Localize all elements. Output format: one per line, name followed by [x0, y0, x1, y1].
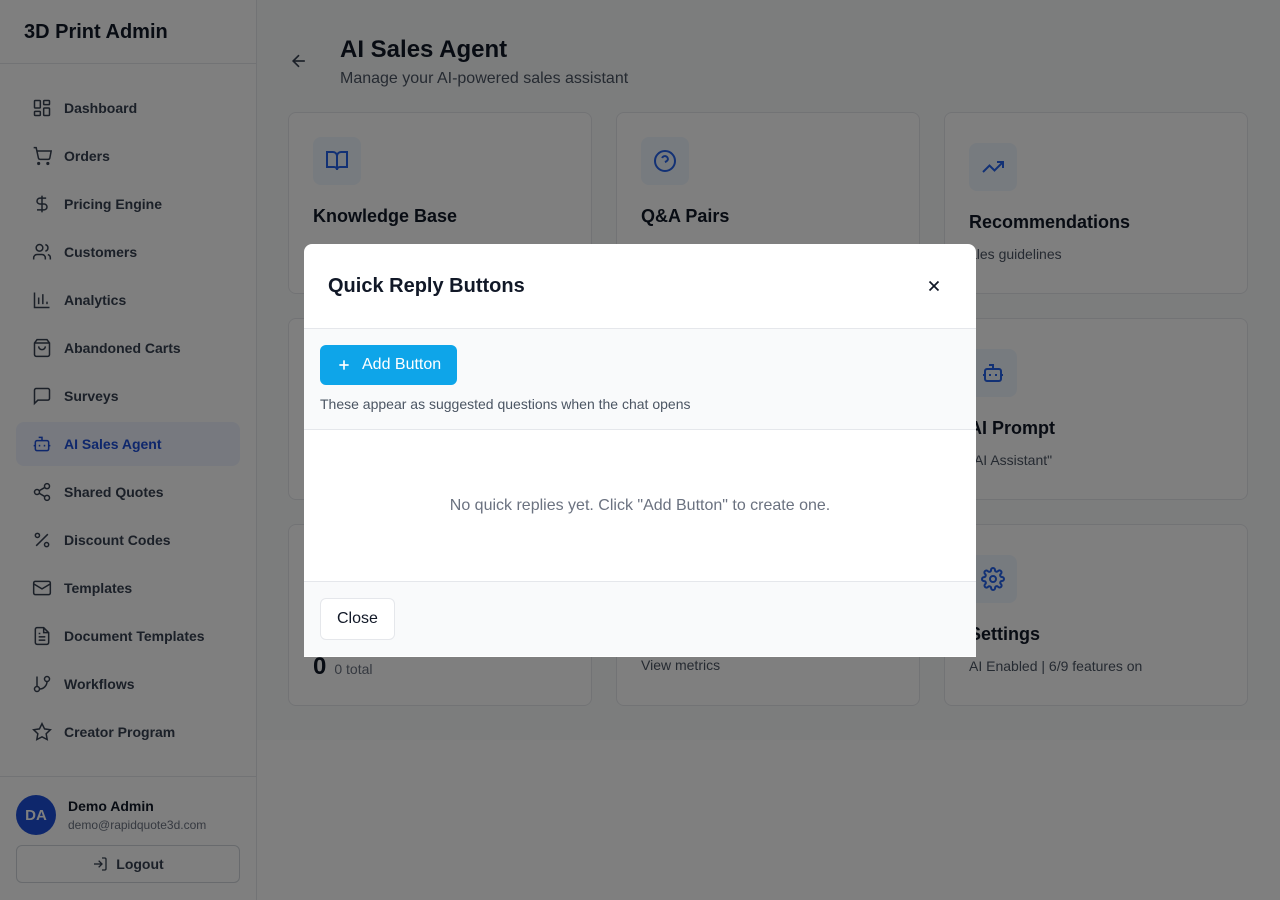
empty-state-text: No quick replies yet. Click "Add Button"… — [449, 496, 831, 514]
toolbar-hint: These appear as suggested questions when… — [320, 396, 691, 412]
quick-reply-modal: Quick Reply Buttons Add Button These app… — [304, 244, 976, 657]
modal-body: No quick replies yet. Click "Add Button"… — [304, 430, 976, 582]
close-button[interactable]: Close — [320, 598, 395, 640]
plus-icon — [339, 360, 349, 370]
modal-header: Quick Reply Buttons — [304, 244, 976, 329]
add-button-label: Add Button — [362, 356, 442, 373]
modal-footer: Close — [304, 582, 976, 656]
modal-title: Quick Reply Buttons — [328, 275, 525, 297]
modal-close-button[interactable] — [922, 274, 946, 298]
modal-toolbar: Add Button These appear as suggested que… — [304, 329, 976, 430]
add-button[interactable]: Add Button — [320, 345, 458, 385]
close-icon — [928, 280, 940, 292]
